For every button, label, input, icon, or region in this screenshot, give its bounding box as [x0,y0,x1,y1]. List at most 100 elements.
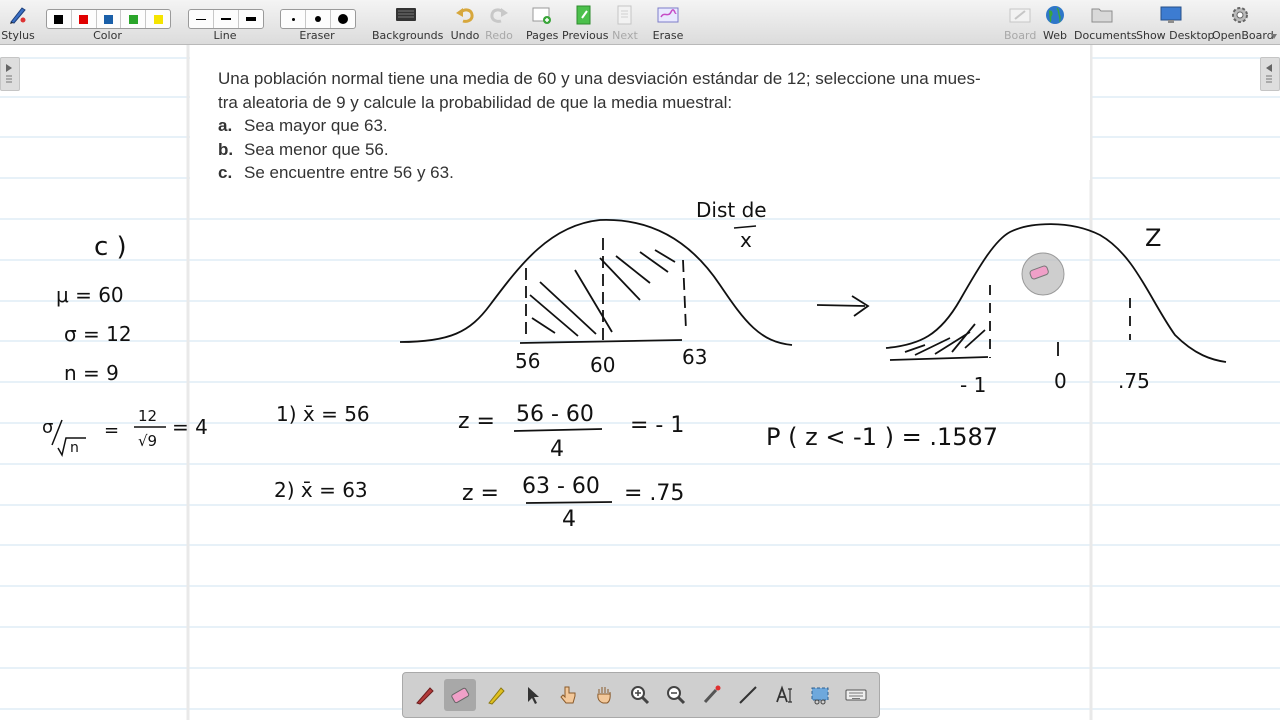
standard-normal-curve [885,223,1227,363]
z-score-2: z = 63 - 60 4 = .75 [462,474,684,532]
redo-icon [490,8,508,23]
line-widths [188,9,264,29]
curve1-tick-60: 60 [590,353,615,377]
color-green-swatch[interactable] [121,10,147,28]
openboard-label: OpenBoard [1212,29,1274,42]
probability-result: P ( z < -1 ) = .1587 [766,423,998,451]
part-c-label: c ) [94,232,127,262]
pen-icon [416,687,434,705]
cursor-arrow-icon [528,687,539,704]
documents-button[interactable]: Documents [1074,0,1137,44]
next-page-button[interactable]: Next [610,0,640,44]
color-group: Color [44,0,171,44]
undo-label: Undo [450,29,480,42]
redo-button[interactable]: Redo [484,0,514,44]
distribution-label: Dist de [696,198,767,222]
expand-toolbar-icon[interactable] [1270,32,1278,40]
sample-size-value: n = 9 [64,361,119,385]
eraser-medium-option[interactable] [306,10,331,28]
z1-lhs: z = [458,409,495,434]
color-yellow-swatch[interactable] [146,10,170,28]
handwriting-layer: c ) μ = 60 σ = 12 n = 9 σ n = 12 √9 = 4 … [42,198,1227,532]
eraser-sizes [280,9,356,29]
z2-result: = .75 [624,481,684,506]
sigma-value: σ = 12 [64,322,132,346]
distribution-variable: x [740,228,752,252]
se-result: = 4 [172,415,208,439]
previous-page-icon [576,5,591,25]
color-blue-swatch[interactable] [97,10,122,28]
board-button[interactable]: Board [1004,0,1036,44]
curve2-tick-0: 0 [1054,369,1067,393]
marker-tool[interactable] [480,679,512,711]
text-icon [776,685,792,703]
transform-arrow [816,295,870,317]
pages-button[interactable]: Pages [526,0,558,44]
backgrounds-label: Backgrounds [372,29,444,42]
interact-tool[interactable] [552,679,584,711]
eraser-tool[interactable] [444,679,476,711]
eraser-large-option[interactable] [331,10,355,28]
laser-pointer-tool[interactable] [696,679,728,711]
mean-value: μ = 60 [56,283,124,307]
backgrounds-icon [396,8,416,21]
curve2-tick-075: .75 [1118,369,1150,393]
previous-page-button[interactable]: Previous [562,0,609,44]
stylus-button[interactable]: Stylus [0,0,36,44]
eraser-cursor-icon [1021,252,1065,296]
whiteboard[interactable]: Una población normal tiene una media de … [0,45,1280,720]
eraser-label: Eraser [299,29,335,42]
erase-button[interactable]: Erase [650,0,686,44]
zoom-in-icon [631,686,650,705]
web-button[interactable]: Web [1040,0,1070,44]
zoom-out-tool[interactable] [660,679,692,711]
se-sigma: σ [42,417,53,438]
line-group: Line [186,0,264,44]
next-page-icon [617,5,632,25]
web-label: Web [1043,29,1067,42]
top-toolbar: Stylus Color Line Eraser Backgrounds Und… [0,0,1280,45]
tool-dock [402,672,880,718]
color-red-swatch[interactable] [72,10,97,28]
line-tool[interactable] [732,679,764,711]
z2-numerator: 63 - 60 [522,474,600,499]
previous-label: Previous [562,29,609,42]
color-black-swatch[interactable] [47,10,72,28]
keyboard-tool[interactable] [840,679,872,711]
folder-icon [1091,8,1113,23]
selector-tool[interactable] [516,679,548,711]
z-distribution-label: Z [1145,224,1161,252]
capture-tool[interactable] [804,679,836,711]
openboard-button[interactable]: OpenBoard [1212,0,1274,44]
backgrounds-button[interactable]: Backgrounds [372,0,444,44]
se-fraction-bottom: √9 [138,432,157,450]
step-2-sample-mean: 2) x̄ = 63 [274,478,368,502]
color-swatches [46,9,171,29]
curve1-tick-56: 56 [515,349,540,373]
undo-icon [456,8,474,23]
z1-denominator: 4 [550,437,564,462]
color-label: Color [93,29,122,42]
z-score-1: z = 56 - 60 4 = - 1 [458,402,684,462]
zoom-in-tool[interactable] [624,679,656,711]
z1-result: = - 1 [630,413,684,438]
step-1-sample-mean: 1) x̄ = 56 [276,402,370,426]
curve2-tick-minus-1: - 1 [960,373,986,397]
eraser-small-option[interactable] [281,10,306,28]
text-tool[interactable] [768,679,800,711]
show-desktop-button[interactable]: Show Desktop [1136,0,1215,44]
highlighter-icon [488,687,505,705]
line-thick-option[interactable] [239,10,263,28]
undo-button[interactable]: Undo [448,0,482,44]
board-icon [1009,8,1031,23]
monitor-icon [1160,6,1182,23]
line-thin-option[interactable] [189,10,214,28]
erase-board-icon [657,7,679,23]
show-desktop-label: Show Desktop [1136,29,1215,42]
line-medium-option[interactable] [214,10,239,28]
se-fraction-top: 12 [138,407,157,425]
hand-tool[interactable] [588,679,620,711]
pen-tool[interactable] [409,679,441,711]
se-equals: = [104,420,119,441]
pointing-hand-icon [560,686,576,704]
